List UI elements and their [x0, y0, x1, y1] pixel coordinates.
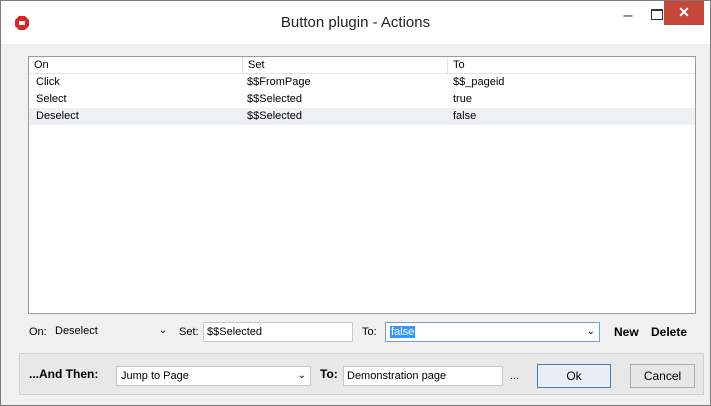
table-row[interactable]: Select $$Selected true [29, 91, 695, 108]
maximize-icon [651, 9, 663, 21]
on-select[interactable]: Deselect ⌄ [51, 322, 171, 342]
to-label: To: [362, 326, 377, 338]
cell-set: $$FromPage [247, 76, 311, 88]
table-row-selected[interactable]: Deselect $$Selected false [29, 108, 695, 125]
minimize-button[interactable]: – [613, 1, 643, 31]
ok-button[interactable]: Ok [537, 364, 611, 388]
set-input-value: $$Selected [207, 326, 263, 338]
column-header-on[interactable]: On [29, 57, 242, 73]
footer-bar: ...And Then: Jump to Page ⌄ To: Demonstr… [19, 353, 704, 395]
browse-button[interactable]: ... [510, 366, 519, 386]
and-then-value: Jump to Page [121, 370, 189, 382]
chevron-down-icon: ⌄ [297, 370, 306, 381]
set-input[interactable]: $$Selected [203, 322, 353, 342]
to-select-value: false [390, 326, 416, 338]
action-editor: On: Deselect ⌄ Set: $$Selected To: false… [27, 317, 700, 347]
cell-on: Click [36, 76, 60, 88]
target-to-label: To: [320, 367, 338, 381]
target-page-value: Demonstration page [347, 370, 447, 382]
cell-on: Deselect [36, 110, 79, 122]
actions-dialog: Button plugin - Actions – ✕ On Set To Cl… [0, 0, 711, 406]
and-then-select[interactable]: Jump to Page ⌄ [116, 366, 311, 386]
title-bar: Button plugin - Actions – ✕ [1, 1, 710, 44]
window-title: Button plugin - Actions [280, 14, 431, 31]
chevron-down-icon: ⌄ [586, 326, 595, 337]
cell-to: true [453, 93, 472, 105]
chevron-down-icon: ⌄ [158, 325, 167, 336]
and-then-label: ...And Then: [29, 367, 99, 381]
target-page-input[interactable]: Demonstration page [343, 366, 503, 386]
new-button[interactable]: New [614, 322, 639, 342]
column-header-set[interactable]: Set [242, 57, 447, 73]
cell-to: false [453, 110, 477, 122]
cell-to: $$_pageid [453, 76, 505, 88]
actions-table[interactable]: On Set To Click $$FromPage $$_pageid Sel… [28, 56, 696, 314]
table-header: On Set To [29, 57, 695, 74]
to-select[interactable]: false ⌄ [385, 322, 600, 342]
on-label: On: [29, 326, 47, 338]
on-select-value: Deselect [55, 325, 98, 337]
set-label: Set: [179, 326, 199, 338]
delete-button[interactable]: Delete [651, 322, 687, 342]
close-button[interactable]: ✕ [664, 1, 704, 25]
cancel-button[interactable]: Cancel [630, 364, 695, 388]
cell-set: $$Selected [247, 110, 303, 122]
table-row[interactable]: Click $$FromPage $$_pageid [29, 74, 695, 91]
cell-set: $$Selected [247, 93, 303, 105]
column-header-to[interactable]: To [447, 57, 695, 73]
cell-on: Select [36, 93, 67, 105]
